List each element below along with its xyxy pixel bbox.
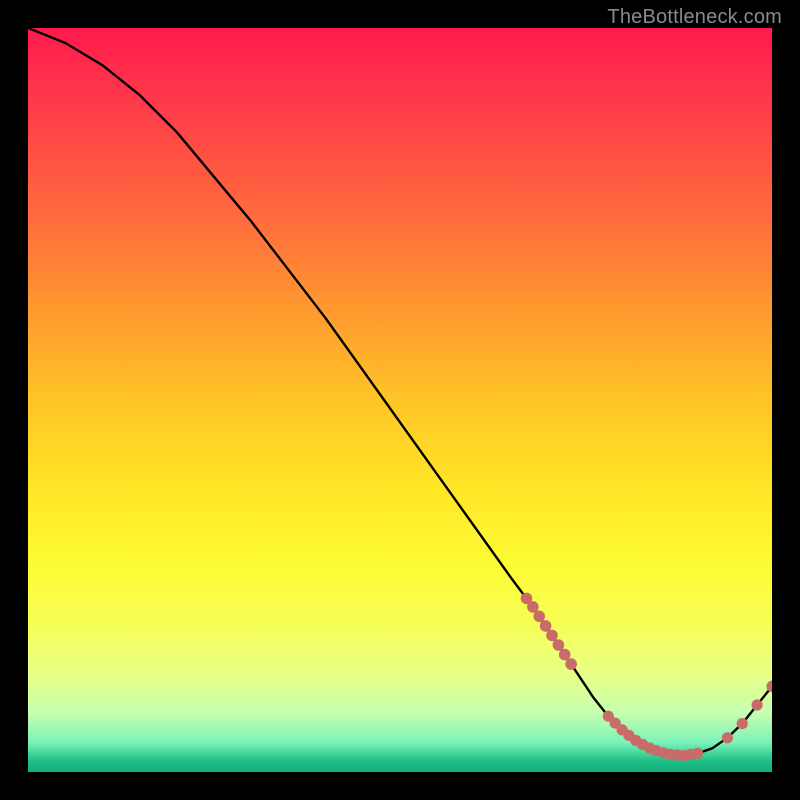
data-marker — [766, 681, 772, 692]
plot-area — [28, 28, 772, 772]
data-marker — [540, 620, 552, 632]
chart-stage: TheBottleneck.com — [0, 0, 800, 800]
marker-group — [521, 593, 772, 762]
data-marker — [737, 718, 748, 729]
bottleneck-curve — [28, 28, 772, 756]
data-marker — [546, 630, 558, 642]
data-marker — [553, 639, 565, 651]
data-marker — [722, 732, 733, 743]
watermark-label: TheBottleneck.com — [607, 6, 782, 29]
data-marker — [565, 658, 577, 670]
data-marker — [752, 699, 763, 710]
data-marker — [692, 748, 703, 759]
chart-overlay — [28, 28, 772, 772]
data-marker — [533, 611, 545, 623]
data-marker — [559, 649, 571, 661]
